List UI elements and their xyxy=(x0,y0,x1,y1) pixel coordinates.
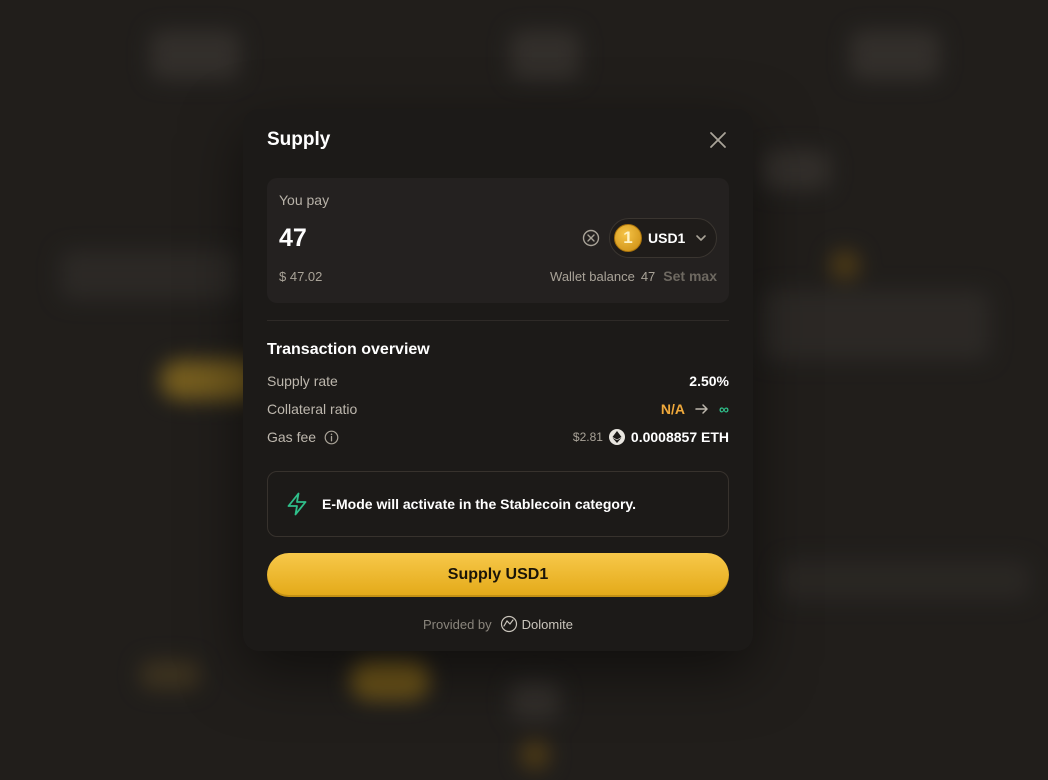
wallet-label: Wallet balance xyxy=(550,268,635,284)
gas-fee-usd: $2.81 xyxy=(572,430,603,444)
dolomite-brand[interactable]: Dolomite xyxy=(500,615,573,633)
amount-input[interactable]: 47 xyxy=(279,224,307,253)
set-max-button[interactable]: Set max xyxy=(663,268,717,284)
divider xyxy=(267,320,729,321)
collateral-ratio-to: ∞ xyxy=(719,401,729,417)
info-icon[interactable] xyxy=(324,430,339,445)
eth-icon xyxy=(608,429,625,445)
supply-rate-row: Supply rate 2.50% xyxy=(267,367,729,395)
token-symbol: USD1 xyxy=(648,230,686,246)
provided-by: Provided by Dolomite xyxy=(267,615,729,633)
collateral-ratio-label: Collateral ratio xyxy=(267,401,358,417)
provided-by-label: Provided by xyxy=(423,616,492,632)
supply-button[interactable]: Supply USD1 xyxy=(267,553,729,597)
arrow-right-icon xyxy=(695,404,708,414)
wallet-amount: 47 xyxy=(640,268,656,284)
collateral-ratio-from: N/A xyxy=(660,401,686,417)
provider-name: Dolomite xyxy=(521,616,573,632)
lightning-icon xyxy=(287,492,307,516)
emode-notice: E-Mode will activate in the Stablecoin c… xyxy=(267,471,729,537)
modal-header: Supply xyxy=(267,109,729,171)
gas-fee-label: Gas fee xyxy=(267,429,317,445)
overview-list: Supply rate 2.50% Collateral ratio N/A ∞… xyxy=(267,367,729,451)
gas-fee-row: Gas fee $2.81 0.0008857 ETH xyxy=(267,423,729,451)
usd1-token-icon: 1 xyxy=(614,224,642,252)
pay-label: You pay xyxy=(279,192,330,208)
collateral-ratio-row: Collateral ratio N/A ∞ xyxy=(267,395,729,423)
gas-fee-value: $2.81 0.0008857 ETH xyxy=(573,429,729,445)
wallet-balance: Wallet balance 47 Set max xyxy=(550,268,717,284)
pay-row: 47 1 USD1 xyxy=(279,218,717,258)
dolomite-logo-icon xyxy=(500,615,517,633)
gas-fee-eth: 0.0008857 ETH xyxy=(630,429,729,445)
supply-rate-label: Supply rate xyxy=(267,373,338,389)
close-button[interactable] xyxy=(707,129,729,151)
emode-message: E-Mode will activate in the Stablecoin c… xyxy=(322,496,637,512)
usd-value: $ 47.02 xyxy=(279,268,323,284)
collateral-ratio-value: N/A ∞ xyxy=(661,401,729,417)
modal-title: Supply xyxy=(267,129,331,150)
overview-title: Transaction overview xyxy=(267,341,430,358)
pay-box: You pay 47 1 USD1 $ 47.02 Wallet balance… xyxy=(267,178,729,303)
supply-modal: Supply You pay 47 1 USD1 $ 47.02 Wallet … xyxy=(243,109,753,651)
pay-right: 1 USD1 xyxy=(581,218,717,258)
gas-fee-label-group: Gas fee xyxy=(267,429,339,445)
close-icon xyxy=(710,132,726,148)
chevron-down-icon xyxy=(696,235,706,241)
pay-footer: $ 47.02 Wallet balance 47 Set max xyxy=(279,268,717,284)
supply-rate-value: 2.50% xyxy=(689,373,729,389)
clear-circle-icon xyxy=(582,229,600,247)
token-selector[interactable]: 1 USD1 xyxy=(609,218,717,258)
clear-amount-button[interactable] xyxy=(581,228,601,248)
